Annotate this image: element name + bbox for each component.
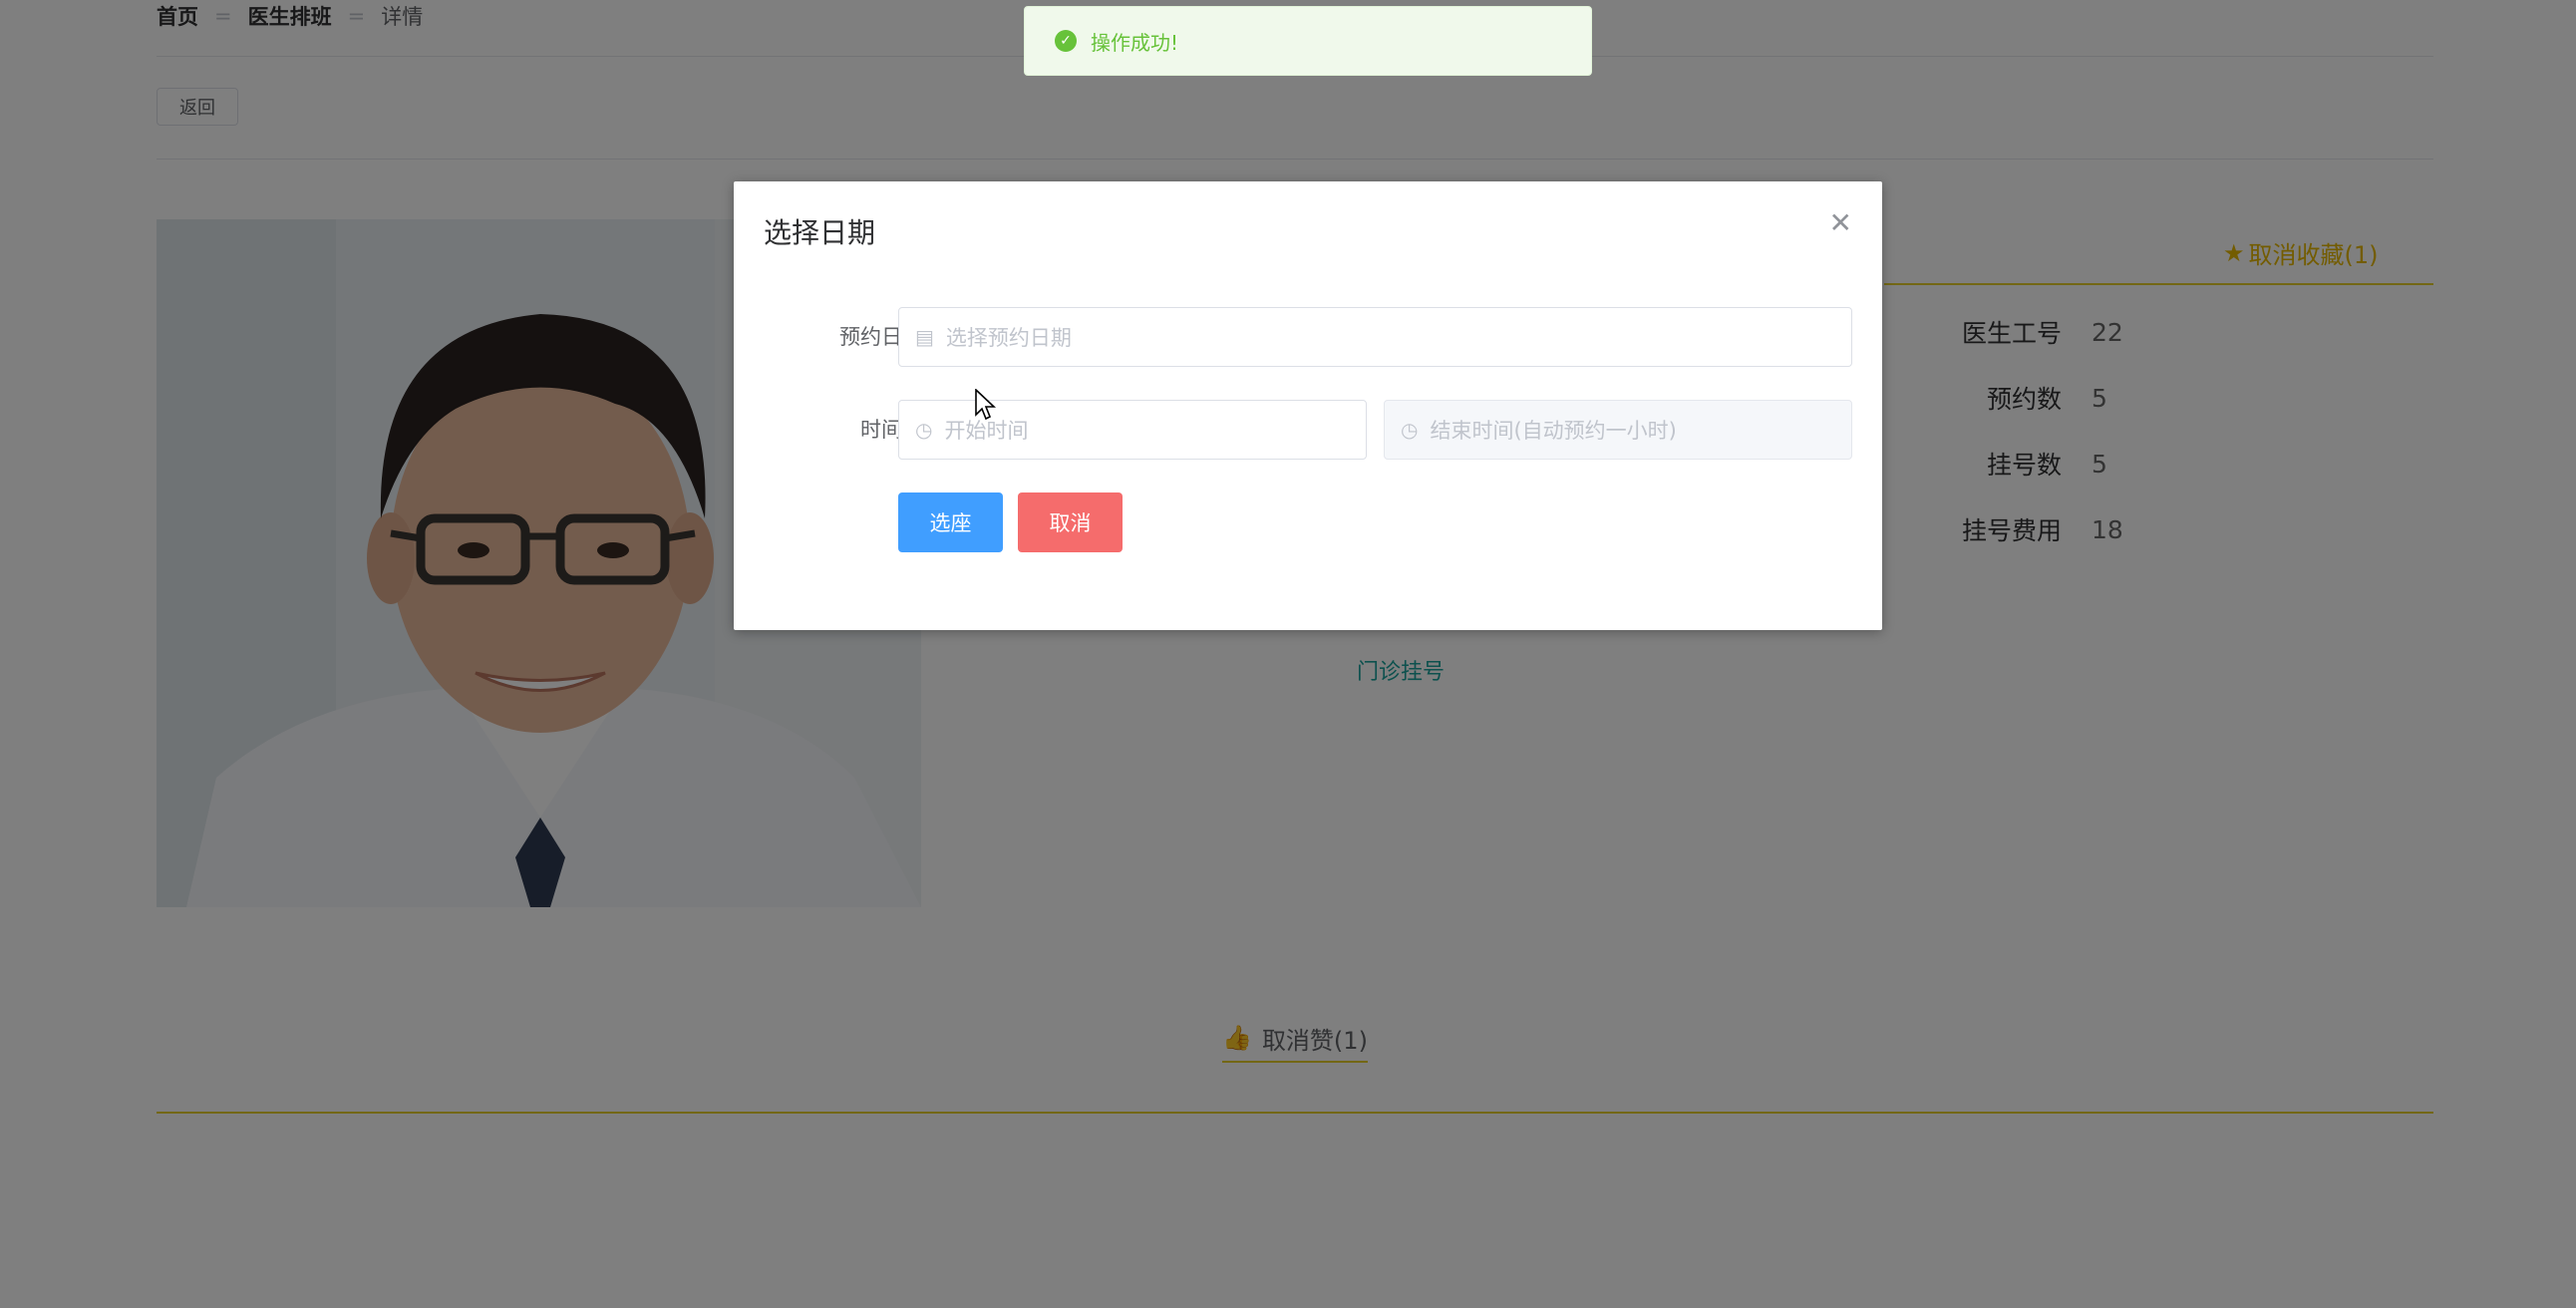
select-seat-button[interactable]: 选座 xyxy=(898,492,1003,552)
end-time-input: ◷ 结束时间(自动预约一小时) xyxy=(1384,400,1852,460)
date-label: 预约日期 xyxy=(839,325,923,349)
date-placeholder: 选择预约日期 xyxy=(945,326,1072,350)
end-time-placeholder: 结束时间(自动预约一小时) xyxy=(1430,419,1677,443)
close-icon[interactable]: ✕ xyxy=(1829,209,1852,237)
date-picker-input[interactable]: ▤ 选择预约日期 xyxy=(898,307,1852,367)
calendar-icon: ▤ xyxy=(915,325,934,349)
clock-icon: ◷ xyxy=(915,418,933,442)
mouse-cursor-icon xyxy=(975,388,997,425)
toast-message: 操作成功! xyxy=(1091,30,1179,55)
cancel-button[interactable]: 取消 xyxy=(1018,492,1123,552)
success-toast: ✓ 操作成功! xyxy=(1024,6,1592,76)
start-time-input[interactable]: ◷ 开始时间 xyxy=(898,400,1367,460)
clock-icon: ◷ xyxy=(1401,418,1419,442)
select-date-dialog: 选择日期 ✕ 预约日期 ▤ 选择预约日期 时间段 ◷ 开始时间 ◷ 结束时间(自… xyxy=(734,181,1882,630)
check-circle-icon: ✓ xyxy=(1055,30,1077,52)
time-range-label: 时间段 xyxy=(860,418,923,442)
dialog-title: 选择日期 xyxy=(764,216,876,249)
